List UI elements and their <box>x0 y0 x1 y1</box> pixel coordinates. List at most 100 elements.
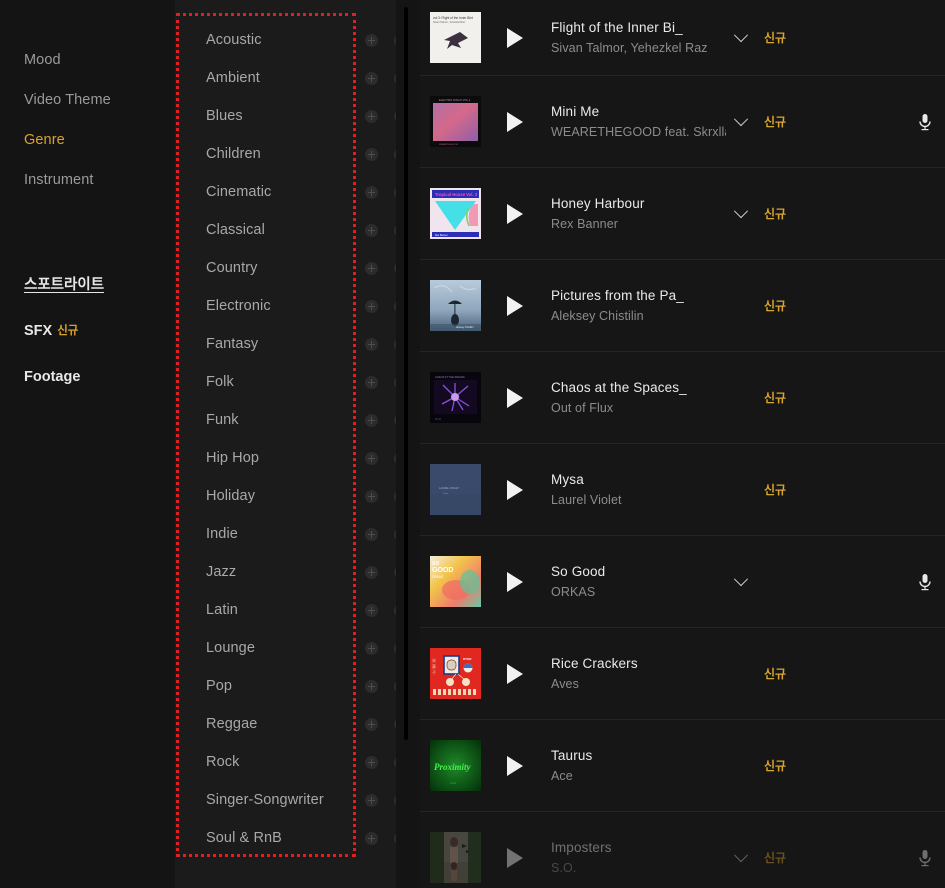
genre-list-item[interactable]: Latin <box>175 591 420 629</box>
track-artist[interactable]: Aves <box>551 677 726 691</box>
plus-circle-icon[interactable] <box>365 337 378 351</box>
genre-list-item[interactable]: Singer-Songwriter <box>175 781 420 819</box>
plus-circle-icon[interactable] <box>365 489 378 503</box>
genre-list-item[interactable]: Holiday <box>175 477 420 515</box>
play-icon[interactable] <box>495 111 535 132</box>
genre-list-item[interactable]: Hip Hop <box>175 439 420 477</box>
genre-scrollbar[interactable] <box>396 0 420 888</box>
play-icon[interactable] <box>495 571 535 592</box>
track-title[interactable]: Pictures from the Pa_ <box>551 288 726 303</box>
track-artist[interactable]: ORKAS <box>551 585 726 599</box>
genre-list-item[interactable]: Pop <box>175 667 420 705</box>
sidebar-item-video-theme[interactable]: Video Theme <box>0 80 175 120</box>
track-artist[interactable]: Out of Flux <box>551 401 726 415</box>
track-row[interactable]: vol.3: Flight of the Inner Bird Sivan Tal… <box>420 0 945 76</box>
track-artist[interactable]: S.O. <box>551 861 726 875</box>
sidebar-section-0[interactable]: 스포트라이트 <box>0 262 175 308</box>
sidebar-section-2[interactable]: Footage <box>0 354 175 400</box>
track-expand-slot[interactable] <box>726 847 756 863</box>
track-title[interactable]: Mysa <box>551 472 726 487</box>
track-title[interactable]: Flight of the Inner Bi_ <box>551 20 726 35</box>
plus-circle-icon[interactable] <box>365 223 378 237</box>
genre-list-item[interactable]: Rock <box>175 743 420 781</box>
plus-circle-icon[interactable] <box>365 109 378 123</box>
genre-list-item[interactable]: Ambient <box>175 59 420 97</box>
genre-list-item[interactable]: Cinematic <box>175 173 420 211</box>
genre-list-item[interactable]: Funk <box>175 401 420 439</box>
plus-circle-icon[interactable] <box>365 451 378 465</box>
track-row[interactable]: SO GOOD ORKAS So Good ORKAS <box>420 536 945 628</box>
genre-list-item[interactable]: Blues <box>175 97 420 135</box>
play-icon[interactable] <box>495 27 535 48</box>
track-expand-slot[interactable] <box>726 111 756 127</box>
chevron-down-icon[interactable] <box>733 571 749 586</box>
track-artist[interactable]: Ace <box>551 769 726 783</box>
plus-circle-icon[interactable] <box>365 793 378 807</box>
track-title[interactable]: Chaos at the Spaces_ <box>551 380 726 395</box>
track-artist[interactable]: Aleksey Chistilin <box>551 309 726 323</box>
plus-circle-icon[interactable] <box>365 831 378 845</box>
track-artist[interactable]: Rex Banner <box>551 217 726 231</box>
track-row[interactable]: RYKR 米菓子 Rice Crackers Aves 신규 <box>420 628 945 720</box>
genre-list-item[interactable]: Indie <box>175 515 420 553</box>
track-expand-slot[interactable] <box>726 203 756 219</box>
genre-list-item[interactable]: Classical <box>175 211 420 249</box>
sidebar-item-instrument[interactable]: Instrument <box>0 160 175 200</box>
genre-list-item[interactable]: Country <box>175 249 420 287</box>
genre-list-item[interactable]: Lounge <box>175 629 420 667</box>
plus-circle-icon[interactable] <box>365 413 378 427</box>
plus-circle-icon[interactable] <box>365 755 378 769</box>
plus-circle-icon[interactable] <box>365 565 378 579</box>
track-expand-slot[interactable] <box>726 571 756 587</box>
genre-list-item[interactable]: Children <box>175 135 420 173</box>
track-artist[interactable]: Laurel Violet <box>551 493 726 507</box>
microphone-icon[interactable] <box>913 849 937 867</box>
play-icon[interactable] <box>495 387 535 408</box>
play-icon[interactable] <box>495 479 535 500</box>
play-icon[interactable] <box>495 847 535 868</box>
track-row[interactable]: ELECTRO DISCO VOL 1 WEARETHEGOOD Mini Me WE… <box>420 76 945 168</box>
genre-list-item[interactable]: Soul & RnB <box>175 819 420 857</box>
track-row[interactable]: Proximity ACE Taurus Ace 신규 <box>420 720 945 812</box>
track-title[interactable]: Rice Crackers <box>551 656 726 671</box>
microphone-icon[interactable] <box>913 573 937 591</box>
track-artist[interactable]: WEARETHEGOOD feat. Skrxlla <box>551 125 726 139</box>
genre-list-item[interactable]: Acoustic <box>175 21 420 59</box>
track-expand-slot[interactable] <box>726 27 756 43</box>
sidebar-section-1[interactable]: SFX 신규 <box>0 308 175 354</box>
play-icon[interactable] <box>495 295 535 316</box>
sidebar-item-genre[interactable]: Genre <box>0 120 175 160</box>
track-row[interactable]: Tropical House Vol. 3 Rex Banner Honey Har… <box>420 168 945 260</box>
genre-list-item[interactable]: Reggae <box>175 705 420 743</box>
plus-circle-icon[interactable] <box>365 299 378 313</box>
plus-circle-icon[interactable] <box>365 71 378 85</box>
genre-list-item[interactable]: Folk <box>175 363 420 401</box>
chevron-down-icon[interactable] <box>733 27 749 42</box>
track-row[interactable]: Imposters S.O. 신규 <box>420 812 945 888</box>
genre-list-item[interactable]: Fantasy <box>175 325 420 363</box>
track-title[interactable]: Honey Harbour <box>551 196 726 211</box>
genre-list-item[interactable]: Jazz <box>175 553 420 591</box>
play-icon[interactable] <box>495 203 535 224</box>
track-title[interactable]: Taurus <box>551 748 726 763</box>
chevron-down-icon[interactable] <box>733 847 749 862</box>
plus-circle-icon[interactable] <box>365 261 378 275</box>
chevron-down-icon[interactable] <box>733 203 749 218</box>
plus-circle-icon[interactable] <box>365 33 378 47</box>
genre-list-item[interactable]: Electronic <box>175 287 420 325</box>
track-row[interactable]: Aleksey Chistilin Pictures from the Pa_ Al… <box>420 260 945 352</box>
track-title[interactable]: Mini Me <box>551 104 726 119</box>
sidebar-item-mood[interactable]: Mood <box>0 40 175 80</box>
track-title[interactable]: Imposters <box>551 840 726 855</box>
plus-circle-icon[interactable] <box>365 717 378 731</box>
plus-circle-icon[interactable] <box>365 147 378 161</box>
plus-circle-icon[interactable] <box>365 641 378 655</box>
play-icon[interactable] <box>495 663 535 684</box>
plus-circle-icon[interactable] <box>365 679 378 693</box>
plus-circle-icon[interactable] <box>365 603 378 617</box>
microphone-icon[interactable] <box>913 113 937 131</box>
plus-circle-icon[interactable] <box>365 375 378 389</box>
track-row[interactable]: CHAOS AT THE SPACES FLUX Chaos at the Spac… <box>420 352 945 444</box>
track-title[interactable]: So Good <box>551 564 726 579</box>
plus-circle-icon[interactable] <box>365 185 378 199</box>
